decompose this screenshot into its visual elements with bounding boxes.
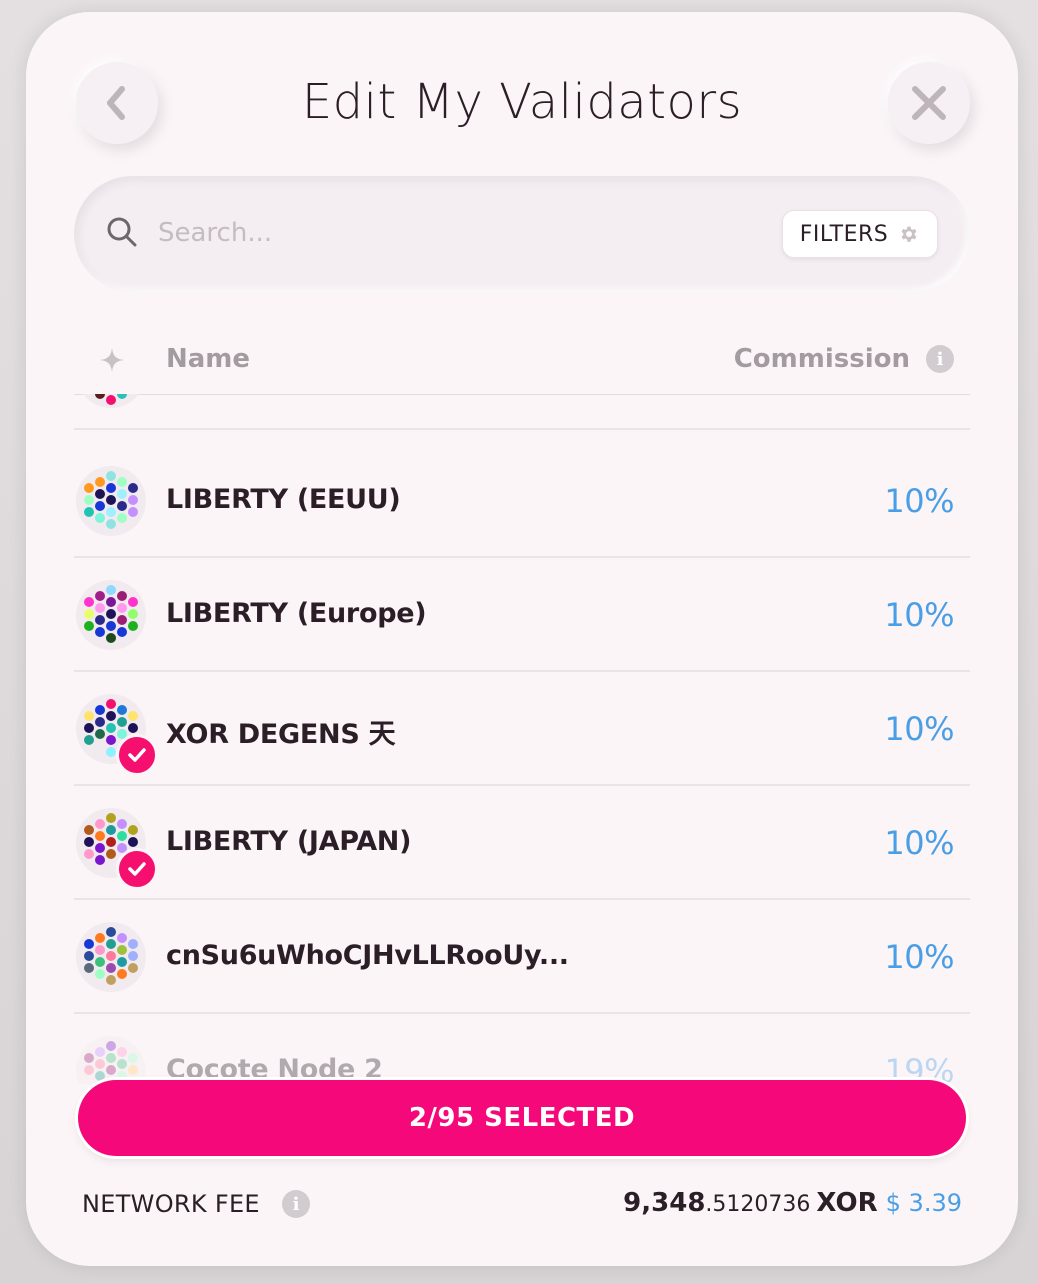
validator-commission: 10% — [884, 824, 954, 862]
validator-name: XOR DEGENS 天 — [166, 719, 396, 750]
validator-list[interactable]: LIBERTY (EEUU) 10% LIBERTY (Europe) 10% — [74, 394, 970, 1084]
column-name[interactable]: Name — [166, 344, 250, 374]
validator-row[interactable]: XOR DEGENS 天 10% — [74, 672, 970, 786]
identicon-icon — [95, 394, 127, 405]
close-button[interactable] — [888, 62, 970, 144]
sparkle-icon — [100, 348, 124, 372]
page-title: Edit My Validators — [301, 74, 743, 130]
fee-usd: $ 3.39 — [885, 1189, 962, 1217]
validator-row[interactable]: LIBERTY (JAPAN) 10% — [74, 786, 970, 900]
edit-validators-dialog: Edit My Validators FILTERS Name Commissi… — [26, 12, 1018, 1266]
identicon-icon — [84, 585, 138, 643]
filters-label: FILTERS — [799, 221, 889, 247]
validator-name: cnSu6uWhoCJHvLLRooUy... — [166, 940, 569, 971]
validator-avatar — [76, 580, 146, 650]
fee-symbol: XOR — [816, 1188, 878, 1218]
validator-name: LIBERTY (JAPAN) — [166, 826, 412, 857]
validator-avatar — [76, 1036, 146, 1084]
identicon-icon — [84, 927, 138, 985]
commission-info-icon[interactable]: i — [926, 345, 954, 373]
validator-row[interactable]: LIBERTY (Europe) 10% — [74, 558, 970, 672]
search-bar: FILTERS — [74, 176, 970, 292]
identicon-icon — [84, 471, 138, 529]
selected-check-icon[interactable] — [116, 734, 158, 776]
fee-integer: 9,348 — [623, 1188, 706, 1218]
validator-name: LIBERTY (EEUU) — [166, 484, 401, 515]
filters-button[interactable]: FILTERS — [782, 210, 938, 258]
validator-row[interactable]: Cocote Node 2 19% — [74, 1014, 970, 1084]
validator-commission: 10% — [884, 710, 954, 748]
validator-row[interactable]: LIBERTY (EEUU) 10% — [74, 444, 970, 558]
network-fee-label: NETWORK FEE — [82, 1190, 260, 1218]
close-icon — [912, 86, 946, 120]
search-icon — [107, 217, 137, 247]
validator-commission: 10% — [884, 938, 954, 976]
fee-decimal: .5120736 — [705, 1192, 811, 1217]
identicon-icon — [84, 1041, 138, 1081]
table-header: Name Commission i — [74, 332, 970, 392]
gear-icon — [901, 226, 917, 242]
column-commission[interactable]: Commission — [734, 344, 910, 374]
validator-row[interactable] — [74, 394, 970, 430]
selected-check-icon[interactable] — [116, 848, 158, 890]
selected-count-button[interactable]: 2/95 SELECTED — [78, 1080, 966, 1156]
search-input[interactable] — [158, 206, 658, 260]
validator-name: LIBERTY (Europe) — [166, 598, 427, 629]
network-fee-info-icon[interactable]: i — [282, 1190, 310, 1218]
network-fee-value: 9,348.5120736 XOR $ 3.39 — [623, 1188, 962, 1218]
validator-avatar — [76, 466, 146, 536]
validator-commission: 10% — [884, 596, 954, 634]
validator-commission: 10% — [884, 482, 954, 520]
validator-row[interactable]: cnSu6uWhoCJHvLLRooUy... 10% — [74, 900, 970, 1014]
validator-avatar — [76, 922, 146, 992]
validator-avatar — [76, 394, 146, 408]
network-fee-row: NETWORK FEE i 9,348.5120736 XOR $ 3.39 — [82, 1184, 962, 1224]
